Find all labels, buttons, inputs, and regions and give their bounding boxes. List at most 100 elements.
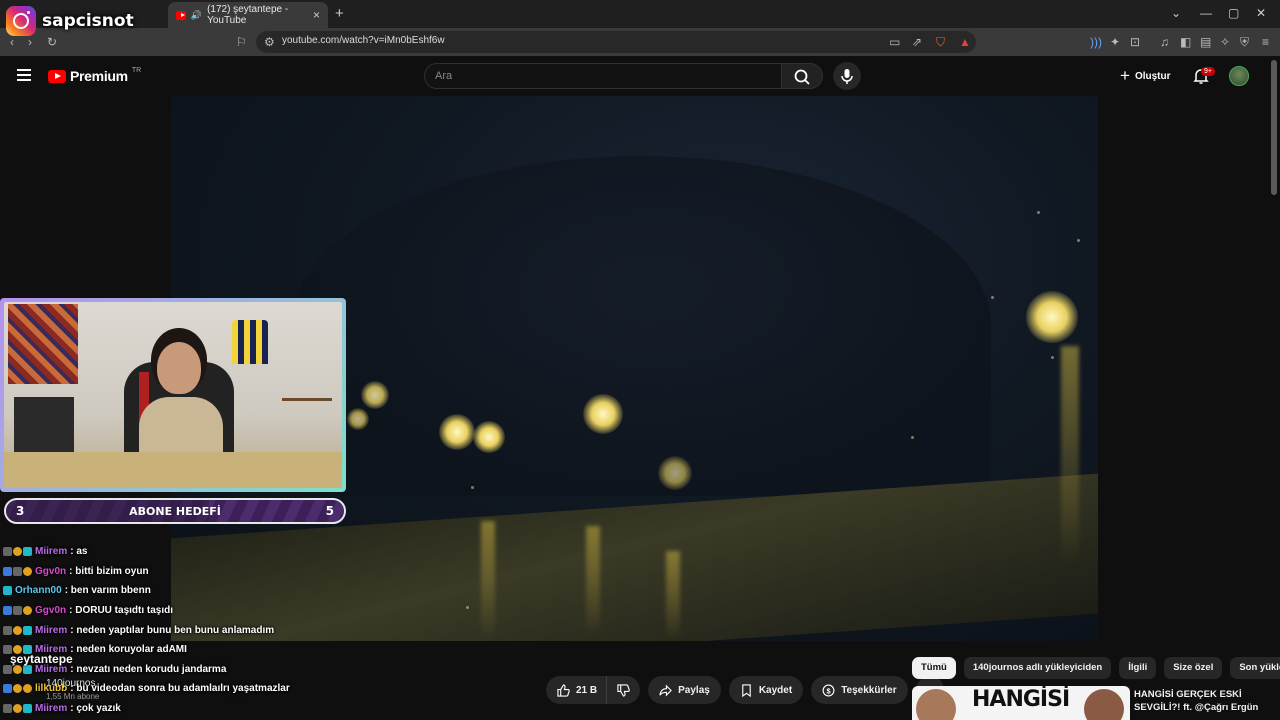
site-info-icon[interactable]: ⚙ [264, 35, 275, 49]
audio-icon[interactable]: ))) [1090, 35, 1102, 49]
channel-name[interactable]: 140journos [46, 678, 95, 689]
chat-text: : bitti bizim oyun [69, 565, 149, 577]
share-label: Paylaş [678, 684, 710, 696]
chat-badges [3, 586, 12, 596]
share-page-icon[interactable]: ⇗ [912, 35, 922, 49]
tab-list-chevron-icon[interactable]: ⌄ [1171, 6, 1181, 20]
subscriber-count: 1,55 Mn abone [46, 692, 100, 701]
thanks-button[interactable]: $ Teşekkürler [811, 676, 908, 704]
filter-chip[interactable]: İlgili [1119, 657, 1157, 679]
wallet-icon[interactable]: ▤ [1200, 35, 1211, 49]
new-tab-icon[interactable]: + [335, 5, 344, 22]
thumbnail-face [916, 689, 956, 720]
back-icon[interactable]: ‹ [10, 35, 14, 49]
chat-username: Miirem [35, 624, 68, 636]
filter-chip[interactable]: Size özel [1164, 657, 1223, 679]
url-text[interactable]: youtube.com/watch?v=iMn0bEshf6w [282, 35, 445, 46]
chat-username: Ggv0n [35, 605, 67, 617]
search-icon [794, 69, 810, 85]
chat-text: : DORUU taşıdtı taşıdı [69, 605, 174, 617]
save-button[interactable]: Kaydet [728, 676, 804, 704]
chat-message: Miirem: çok yazık [3, 699, 333, 719]
chat-username: Orhann00 [15, 585, 62, 597]
search-input[interactable]: Ara [424, 63, 782, 89]
filter-chip[interactable]: Son yüklenen [1230, 657, 1280, 679]
recommended-video-thumbnail[interactable]: HANGİSİ [912, 686, 1130, 720]
chat-badge-icon [3, 547, 12, 557]
extensions-icon[interactable]: ✦ [1110, 35, 1120, 49]
chat-badge-icon [3, 664, 12, 674]
reload-icon[interactable]: ↻ [47, 35, 57, 49]
close-window-icon[interactable]: ✕ [1256, 6, 1266, 20]
hamburger-menu-icon[interactable] [17, 69, 31, 84]
chat-badge-icon [3, 566, 12, 576]
webcam-desk [4, 452, 342, 488]
maximize-icon[interactable]: ▢ [1228, 6, 1239, 20]
close-tab-icon[interactable]: × [313, 8, 320, 22]
voice-search-button[interactable] [833, 62, 861, 90]
video-light [658, 456, 692, 490]
thumbnail-text: HANGİSİ [972, 687, 1070, 712]
video-raindrop [1051, 356, 1054, 359]
webcam-overlay [0, 298, 346, 492]
browser-menu-icon[interactable]: ≡ [1262, 35, 1269, 49]
filter-chip[interactable]: Tümü [912, 657, 956, 679]
browser-toolbar [0, 28, 1280, 56]
screenshot-icon[interactable]: ⊡ [1130, 35, 1140, 49]
youtube-logo[interactable]: Premium TR [48, 67, 141, 84]
chat-username: Miirem [35, 546, 68, 558]
chat-badge-icon [13, 606, 22, 616]
chat-message: Ggv0n: DORUU taşıdtı taşıdı [3, 601, 333, 621]
forward-icon[interactable]: › [28, 35, 32, 49]
video-raindrop [1037, 211, 1040, 214]
cast-icon[interactable]: ▭ [889, 35, 900, 49]
chat-username: Miirem [35, 703, 68, 715]
chat-badge-icon [13, 547, 22, 557]
chat-message: Miirem: neden yaptılar bunu ben bunu anl… [3, 620, 333, 640]
chat-badge-icon [13, 664, 22, 674]
webcam-shelf [14, 397, 74, 452]
bookmark-icon[interactable]: ⚐ [236, 35, 247, 49]
dislike-button[interactable] [606, 676, 641, 704]
chat-text: : neden yaptılar bunu ben bunu anlamadım [70, 624, 275, 636]
chat-badge-icon [3, 704, 12, 714]
chat-text: : as [70, 546, 88, 558]
like-button[interactable]: 21 B [546, 676, 607, 704]
chat-badge-icon [3, 606, 12, 616]
media-icon[interactable]: ♫ [1160, 35, 1169, 49]
recommended-video-title[interactable]: HANGİSİ GERÇEK ESKİ SEVGİLİ?! ft. @Çağrı… [1134, 688, 1274, 714]
browser-tab[interactable]: 🔊 (172) şeytantepe - YouTube × [168, 2, 328, 28]
chat-badge-icon [23, 547, 32, 557]
vpn-icon[interactable]: ⛨ [1240, 35, 1249, 50]
chat-message: Orhann00: ben varım bbenn [3, 581, 333, 601]
sidebar-icon[interactable]: ◧ [1180, 35, 1191, 49]
video-reflection [1061, 346, 1079, 566]
youtube-favicon-icon [176, 10, 186, 20]
brave-shield-icon[interactable]: ⛉ [936, 35, 945, 50]
thumbs-up-icon [557, 683, 570, 697]
search-button[interactable] [781, 63, 823, 89]
create-button[interactable]: + Oluştur [1120, 66, 1171, 86]
filter-chip[interactable]: 140journos adlı yükleyiciden [963, 657, 1112, 679]
goal-target: 5 [325, 504, 334, 518]
instagram-icon [6, 6, 36, 36]
chat-message: Ggv0n: bitti bizim oyun [3, 562, 333, 582]
chat-text: : çok yazık [70, 703, 121, 715]
page-scrollbar[interactable] [1271, 60, 1277, 195]
share-button[interactable]: Paylaş [648, 676, 721, 704]
minimize-icon[interactable]: — [1200, 6, 1212, 20]
video-light [473, 421, 505, 453]
goal-title: ABONE HEDEFİ [129, 504, 221, 518]
tab-title: (172) şeytantepe - YouTube [207, 4, 289, 26]
account-avatar[interactable] [1229, 66, 1249, 86]
chat-badge-icon [23, 606, 32, 616]
speaker-icon[interactable]: 🔊 [191, 10, 202, 21]
plus-icon: + [1120, 66, 1130, 85]
chat-badges [3, 684, 32, 694]
browser-tab-bar: 🔊 (172) şeytantepe - YouTube × + ⌄ — ▢ ✕ [0, 0, 1280, 28]
chat-badge-icon [23, 566, 32, 576]
chat-badge-icon [3, 625, 12, 635]
rewards-icon[interactable]: ▲ [959, 35, 971, 49]
leo-icon[interactable]: ✧ [1220, 35, 1230, 49]
video-raindrop [471, 486, 474, 489]
